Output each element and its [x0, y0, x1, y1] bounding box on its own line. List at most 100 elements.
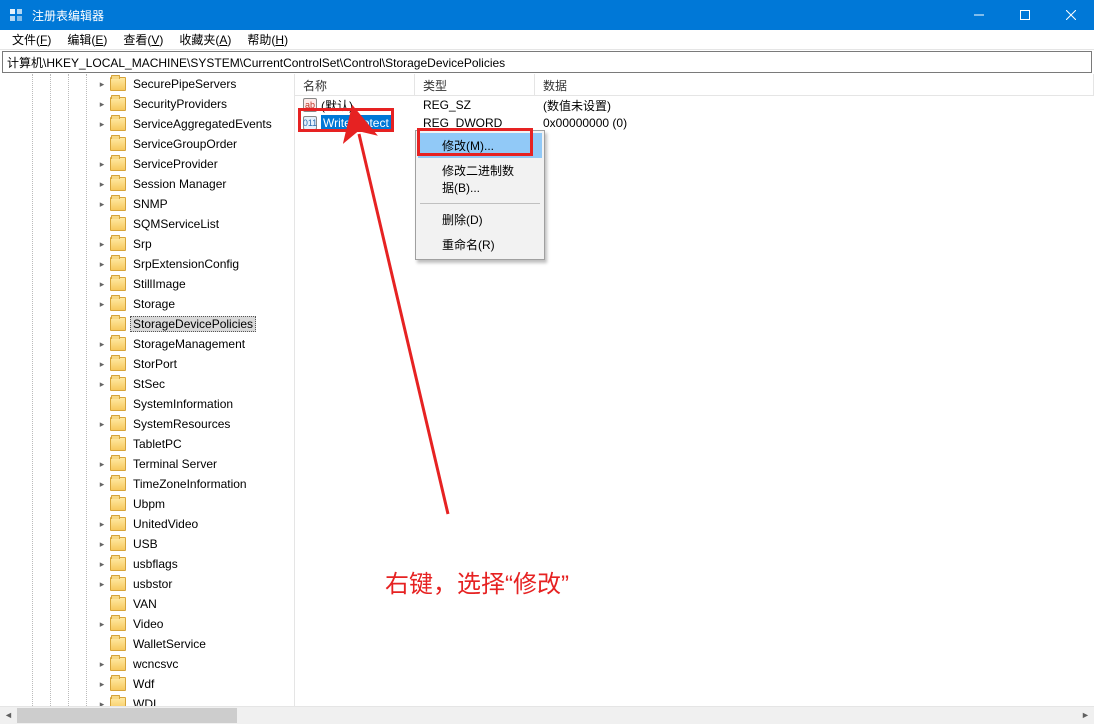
folder-icon	[110, 117, 126, 131]
tree-item-label: SNMP	[130, 196, 171, 212]
chevron-right-icon[interactable]: ▸	[96, 358, 108, 370]
tree-item[interactable]: ▸ SNMP	[0, 194, 294, 214]
tree-item[interactable]: ▸SecurePipeServers	[0, 74, 294, 94]
tree-item[interactable]: ▸ServiceProvider	[0, 154, 294, 174]
chevron-right-icon[interactable]: ▸	[96, 118, 108, 130]
folder-icon	[110, 597, 126, 611]
folder-icon	[110, 357, 126, 371]
tree-item[interactable]: TabletPC	[0, 434, 294, 454]
chevron-right-icon[interactable]: ▸	[96, 278, 108, 290]
chevron-right-icon[interactable]: ▸	[96, 538, 108, 550]
tree-item[interactable]: StorageDevicePolicies	[0, 314, 294, 334]
scroll-right-button[interactable]: ►	[1077, 707, 1094, 724]
chevron-right-icon[interactable]: ▸	[96, 378, 108, 390]
folder-icon	[110, 77, 126, 91]
menu-separator	[420, 203, 540, 204]
col-type[interactable]: 类型	[415, 74, 535, 95]
tree-item[interactable]: ServiceGroupOrder	[0, 134, 294, 154]
folder-icon	[110, 517, 126, 531]
tree-item[interactable]: WalletService	[0, 634, 294, 654]
folder-icon	[110, 297, 126, 311]
tree-item[interactable]: VAN	[0, 594, 294, 614]
tree-item[interactable]: ▸Srp	[0, 234, 294, 254]
close-button[interactable]	[1048, 0, 1094, 30]
chevron-right-icon[interactable]: ▸	[96, 258, 108, 270]
chevron-right-icon[interactable]: ▸	[96, 518, 108, 530]
value-data: (数值未设置)	[535, 97, 1094, 114]
chevron-right-icon[interactable]: ▸	[96, 418, 108, 430]
list-pane[interactable]: 名称 类型 数据 ab(默认)REG_SZ(数值未设置)011WriteProt…	[295, 74, 1094, 706]
col-data[interactable]: 数据	[535, 74, 1094, 95]
tree-item[interactable]: ▸WDI	[0, 694, 294, 706]
tree-item[interactable]: ▸StorPort	[0, 354, 294, 374]
maximize-button[interactable]	[1002, 0, 1048, 30]
tree-item-label: Storage	[130, 296, 178, 312]
tree-item[interactable]: SQMServiceList	[0, 214, 294, 234]
menu-item[interactable]: 收藏夹(A)	[171, 29, 239, 50]
tree-item[interactable]: SystemInformation	[0, 394, 294, 414]
col-name[interactable]: 名称	[295, 74, 415, 95]
chevron-right-icon[interactable]: ▸	[96, 178, 108, 190]
chevron-right-icon[interactable]: ▸	[96, 298, 108, 310]
chevron-right-icon[interactable]: ▸	[96, 578, 108, 590]
folder-icon	[110, 557, 126, 571]
chevron-right-icon[interactable]: ▸	[96, 98, 108, 110]
address-bar[interactable]: 计算机\HKEY_LOCAL_MACHINE\SYSTEM\CurrentCon…	[2, 51, 1092, 73]
context-menu-item[interactable]: 删除(D)	[418, 207, 542, 232]
tree-item-label: Ubpm	[130, 496, 168, 512]
tree-item[interactable]: ▸ Storage	[0, 294, 294, 314]
expander-empty	[96, 638, 108, 650]
horizontal-scrollbar[interactable]: ◄ ►	[0, 706, 1094, 723]
chevron-right-icon[interactable]: ▸	[96, 198, 108, 210]
scroll-track[interactable]	[17, 707, 1077, 724]
tree-item[interactable]: ▸StillImage	[0, 274, 294, 294]
chevron-right-icon[interactable]: ▸	[96, 678, 108, 690]
tree-pane[interactable]: ▸SecurePipeServers▸SecurityProviders▸Ser…	[0, 74, 295, 706]
chevron-right-icon[interactable]: ▸	[96, 618, 108, 630]
context-menu-item[interactable]: 修改二进制数据(B)...	[418, 158, 542, 200]
address-path: 计算机\HKEY_LOCAL_MACHINE\SYSTEM\CurrentCon…	[7, 54, 505, 71]
tree-item[interactable]: ▸SrpExtensionConfig	[0, 254, 294, 274]
tree-item[interactable]: ▸StSec	[0, 374, 294, 394]
chevron-right-icon[interactable]: ▸	[96, 338, 108, 350]
tree-item-label: USB	[130, 536, 161, 552]
tree-item[interactable]: Ubpm	[0, 494, 294, 514]
chevron-right-icon[interactable]: ▸	[96, 658, 108, 670]
menu-item[interactable]: 编辑(E)	[59, 29, 115, 50]
minimize-button[interactable]	[956, 0, 1002, 30]
chevron-right-icon[interactable]: ▸	[96, 238, 108, 250]
tree-item[interactable]: ▸Wdf	[0, 674, 294, 694]
tree-item[interactable]: ▸Video	[0, 614, 294, 634]
tree-item[interactable]: ▸ TimeZoneInformation	[0, 474, 294, 494]
tree-item[interactable]: ▸Terminal Server	[0, 454, 294, 474]
scroll-thumb[interactable]	[17, 708, 237, 723]
tree-item[interactable]: ▸SecurityProviders	[0, 94, 294, 114]
folder-icon	[110, 277, 126, 291]
menu-item[interactable]: 查看(V)	[115, 29, 171, 50]
menu-item[interactable]: 帮助(H)	[239, 29, 296, 50]
tree-item[interactable]: ▸wcncsvc	[0, 654, 294, 674]
tree-item[interactable]: ▸SystemResources	[0, 414, 294, 434]
chevron-right-icon[interactable]: ▸	[96, 78, 108, 90]
tree-item[interactable]: ▸usbstor	[0, 574, 294, 594]
tree-item-label: TimeZoneInformation	[130, 476, 250, 492]
tree-item[interactable]: ▸StorageManagement	[0, 334, 294, 354]
chevron-right-icon[interactable]: ▸	[96, 558, 108, 570]
folder-icon	[110, 417, 126, 431]
chevron-right-icon[interactable]: ▸	[96, 698, 108, 706]
tree-item[interactable]: ▸usbflags	[0, 554, 294, 574]
folder-icon	[110, 437, 126, 451]
chevron-right-icon[interactable]: ▸	[96, 158, 108, 170]
list-row[interactable]: ab(默认)REG_SZ(数值未设置)	[295, 96, 1094, 114]
menu-item[interactable]: 文件(F)	[4, 29, 59, 50]
tree-item[interactable]: ▸ USB	[0, 534, 294, 554]
tree-item[interactable]: ▸ServiceAggregatedEvents	[0, 114, 294, 134]
chevron-right-icon[interactable]: ▸	[96, 478, 108, 490]
chevron-right-icon[interactable]: ▸	[96, 458, 108, 470]
tree-item[interactable]: ▸Session Manager	[0, 174, 294, 194]
scroll-left-button[interactable]: ◄	[0, 707, 17, 724]
tree-item[interactable]: ▸UnitedVideo	[0, 514, 294, 534]
tree-item-label: TabletPC	[130, 436, 185, 452]
expander-empty	[96, 318, 108, 330]
context-menu-item[interactable]: 重命名(R)	[418, 232, 542, 257]
